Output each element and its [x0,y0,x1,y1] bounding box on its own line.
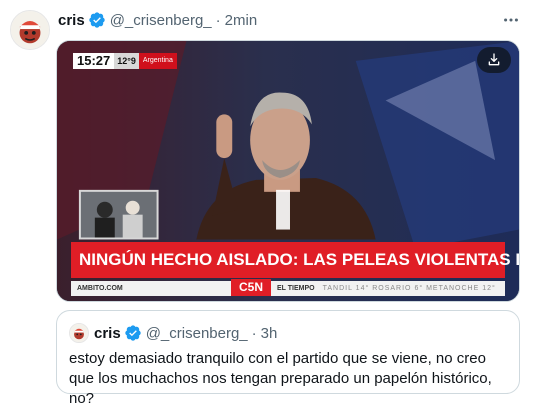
author-handle[interactable]: @_crisenberg_ [110,12,212,29]
video-media[interactable]: 15:27 12°9 Argentina NINGÚN HECHO AISLAD… [56,40,520,302]
tweet[interactable]: cris @_crisenberg_ · 2min 15:27 12°9 Arg… [0,0,535,404]
ticker-weather-values: TANDIL 14° ROSARIO 6° METANOCHE 12° [322,285,496,292]
post-time[interactable]: 2min [225,12,258,29]
download-button[interactable] [477,47,511,73]
tv-clock: 15:27 12°9 Argentina [73,53,177,69]
tv-clock-time: 15:27 [73,53,115,69]
news-headline: NINGÚN HECHO AISLADO: LAS PELEAS VIOLENT… [71,242,519,278]
author-name[interactable]: cris [58,12,85,29]
tv-clock-place: Argentina [138,53,177,69]
verified-badge-icon [124,324,142,342]
channel-logo: C5N [231,279,272,296]
avatar-image [11,11,49,49]
ticker-site: AMBITO.COM [77,285,123,292]
quoted-author-name: cris [94,324,121,342]
download-icon [488,53,500,66]
tv-clock-temp: 12°9 [114,53,139,69]
quoted-author-handle: @_crisenberg_ [145,324,248,342]
tweet-header: cris @_crisenberg_ · 2min [58,10,257,30]
more-options-icon[interactable] [501,10,521,30]
quoted-tweet-text: estoy demasiado tranquilo con el partido… [69,350,492,404]
separator-dot: · [215,11,221,29]
quoted-post-time: 3h [260,324,278,342]
ticker-weather-label: EL TIEMPO [277,285,315,292]
quoted-tweet[interactable]: cris @_crisenberg_ · 3h estoy demasiado … [56,310,520,404]
verified-badge-icon [88,11,106,29]
news-ticker: AMBITO.COM C5N EL TIEMPO TANDIL 14° ROSA… [71,279,505,296]
author-avatar[interactable] [10,10,50,50]
quoted-header: cris @_crisenberg_ · 3h [94,323,277,343]
quoted-author-avatar [69,323,89,343]
separator-dot: · [251,324,257,342]
